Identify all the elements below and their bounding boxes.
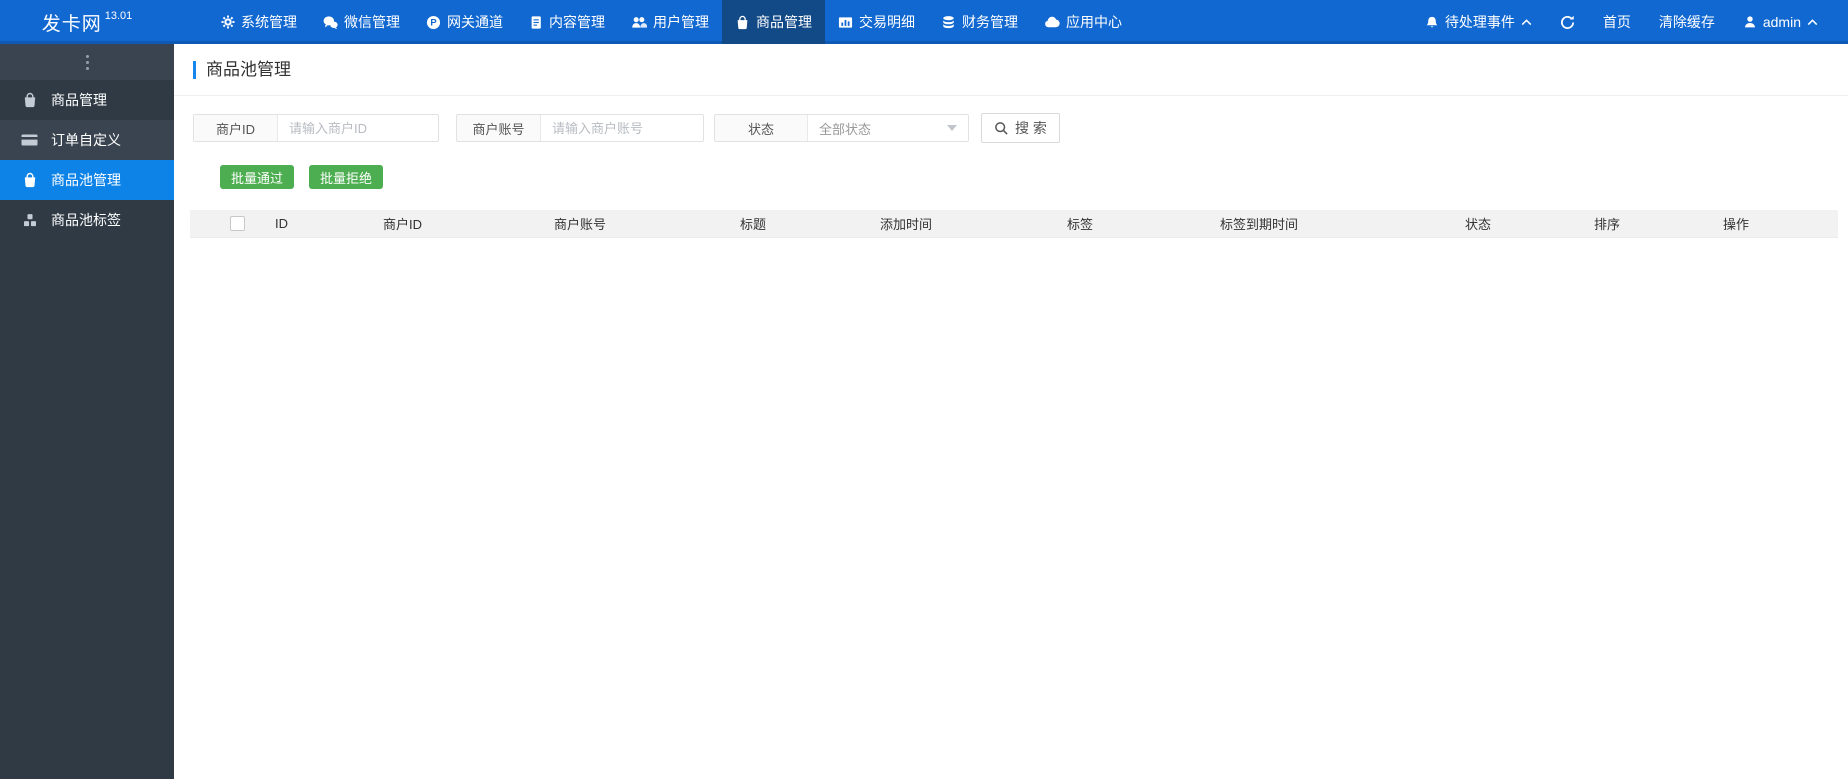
column-header-merchant-id: 商户ID [383,217,423,232]
shopping-bag-icon [21,92,38,108]
chevron-up-icon [1521,18,1532,26]
brand-logo[interactable]: 发卡网 13.01 [0,0,174,44]
brand-version: 13.01 [104,10,133,22]
merchant-account-label: 商户账号 [457,115,541,141]
column-header-tag-expire: 标签到期时间 [1220,217,1299,232]
column-header-tag: 标签 [1067,217,1094,232]
page-header: 商品池管理 [174,44,1848,96]
svg-text:P: P [430,17,436,27]
sidebar-item-label: 订单自定义 [51,132,121,148]
column-header-merchant-account: 商户账号 [554,217,607,232]
batch-actions: 批量通过 批量拒绝 [220,165,1848,189]
pending-events-label: 待处理事件 [1444,14,1515,30]
status-selected-value: 全部状态 [819,121,872,137]
table-header-check-cell [190,216,275,231]
sidebar-item-label: 商品池标签 [51,212,121,228]
nav-item-gateway[interactable]: P 网关通道 [413,0,516,44]
sidebar-item-label: 商品池管理 [51,172,121,188]
top-navbar: 发卡网 13.01 系统管理 微信管理 P 网关通道 内容管理 用户管理 商品管… [0,0,1848,44]
cloud-icon [1044,15,1060,29]
search-icon [994,121,1009,136]
table-header-row: ID 商户ID 商户账号 标题 添加时间 标签 标签到期时间 状态 排序 操作 [190,210,1838,238]
table-body-empty [174,238,1848,754]
merchant-account-group: 商户账号 [456,114,704,142]
gear-icon [221,15,235,29]
sidebar-item-label: 商品管理 [51,92,107,108]
refresh-icon [1560,15,1575,30]
gateway-icon: P [426,15,441,30]
status-group: 状态 全部状态 [714,114,969,142]
sidebar-item-order-custom[interactable]: 订单自定义 [0,120,174,160]
vertical-dots-icon [85,60,89,64]
column-header-id: ID [275,216,288,231]
brand-name: 发卡网 [41,13,102,35]
status-label: 状态 [715,115,808,141]
clear-cache-link[interactable]: 清除缓存 [1645,0,1729,44]
finance-icon [941,15,956,30]
batch-approve-button[interactable]: 批量通过 [220,165,295,189]
nav-item-label: 商品管理 [756,14,812,30]
user-menu[interactable]: admin [1729,0,1832,44]
cubes-icon [21,213,38,228]
column-header-operations: 操作 [1723,217,1750,232]
nav-item-content[interactable]: 内容管理 [516,0,618,44]
shopping-bag-icon [735,15,750,30]
nav-item-goods[interactable]: 商品管理 [722,0,825,44]
nav-item-wechat[interactable]: 微信管理 [310,0,413,44]
nav-item-label: 微信管理 [344,14,400,30]
nav-item-label: 内容管理 [549,14,605,30]
nav-item-finance[interactable]: 财务管理 [928,0,1031,44]
status-select[interactable]: 全部状态 [808,115,968,141]
chevron-up-icon [1807,18,1818,26]
sidebar-collapse-toggle[interactable] [0,44,174,80]
merchant-id-group: 商户ID [193,114,439,142]
bar-chart-icon [838,15,853,30]
caret-down-icon [947,125,957,131]
users-icon [631,15,647,30]
nav-item-label: 用户管理 [653,14,709,30]
search-button[interactable]: 搜 索 [981,113,1060,143]
merchant-account-input[interactable] [541,115,703,141]
column-header-title: 标题 [740,217,767,232]
home-label: 首页 [1602,14,1631,30]
clear-cache-label: 清除缓存 [1658,14,1715,30]
nav-item-apps[interactable]: 应用中心 [1031,0,1135,44]
nav-item-users[interactable]: 用户管理 [618,0,722,44]
refresh-button[interactable] [1546,0,1589,44]
sidebar-item-goods-manage[interactable]: 商品管理 [0,80,174,120]
document-icon [529,15,543,30]
search-button-label: 搜 索 [1015,120,1047,136]
pending-events-button[interactable]: 待处理事件 [1411,0,1546,44]
navbar-right: 待处理事件 首页 清除缓存 admin [1411,0,1848,44]
column-header-status: 状态 [1465,217,1492,232]
sidebar-item-goods-pool-manage[interactable]: 商品池管理 [0,160,174,200]
column-header-sort: 排序 [1594,217,1621,232]
batch-reject-button[interactable]: 批量拒绝 [309,165,384,189]
page-title: 商品池管理 [193,60,291,79]
bell-icon [1425,15,1439,30]
sidebar-item-goods-pool-tags[interactable]: 商品池标签 [0,200,174,240]
nav-item-label: 交易明细 [859,14,915,30]
main-content: 商品池管理 商户ID 商户账号 状态 全部状态 搜 索 批量通过 批量拒绝 [174,44,1848,779]
filter-bar: 商户ID 商户账号 状态 全部状态 搜 索 [193,113,1848,143]
nav-item-label: 系统管理 [241,14,297,30]
user-icon [1743,15,1757,29]
username-label: admin [1762,14,1801,30]
nav-item-label: 应用中心 [1066,14,1122,30]
merchant-id-input[interactable] [278,115,438,141]
shopping-bag-icon [21,172,38,188]
credit-card-icon [21,133,38,147]
nav-item-trades[interactable]: 交易明细 [825,0,928,44]
merchant-id-label: 商户ID [194,115,278,141]
nav-item-label: 财务管理 [962,14,1018,30]
nav-item-system[interactable]: 系统管理 [208,0,310,44]
home-link[interactable]: 首页 [1589,0,1645,44]
nav-item-label: 网关通道 [447,14,503,30]
select-all-checkbox[interactable] [230,216,245,231]
main-nav: 系统管理 微信管理 P 网关通道 内容管理 用户管理 商品管理 交易明细 财务管 [208,0,1135,44]
sidebar: 商品管理 订单自定义 商品池管理 商品池标签 [0,44,174,779]
wechat-icon [323,15,338,30]
column-header-add-time: 添加时间 [880,217,933,232]
